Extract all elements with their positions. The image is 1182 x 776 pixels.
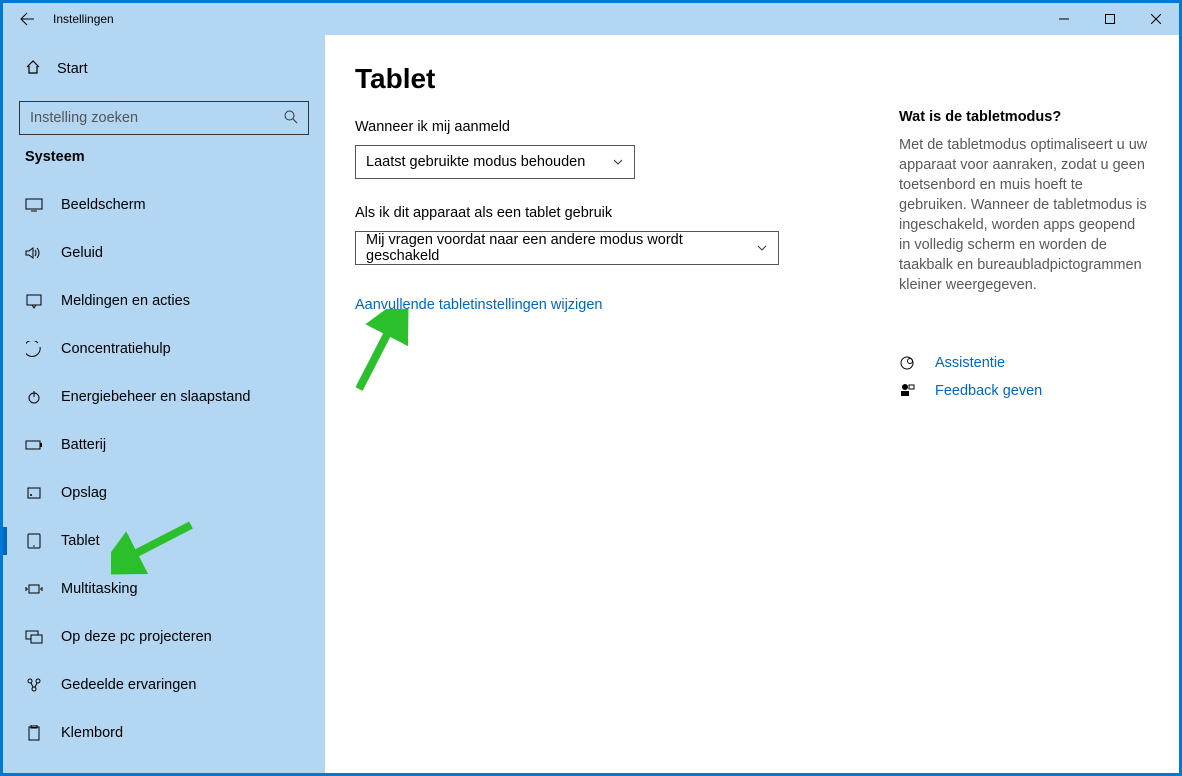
minimize-button[interactable] <box>1041 3 1087 35</box>
nav-label: Tablet <box>61 533 100 549</box>
page-heading: Tablet <box>355 63 891 95</box>
nav-list: Beeldscherm Geluid Meldingen en acties C… <box>3 181 325 757</box>
nav-tablet[interactable]: Tablet <box>3 517 325 565</box>
nav-label: Beeldscherm <box>61 197 146 213</box>
nav-geluid[interactable]: Geluid <box>3 229 325 277</box>
back-button[interactable] <box>3 11 51 27</box>
chevron-down-icon <box>756 242 768 254</box>
power-icon <box>25 389 43 405</box>
nav-label: Concentratiehulp <box>61 341 171 357</box>
settings-window: Instellingen Start Systeem Beeldscherm G… <box>3 3 1179 773</box>
usage-dropdown[interactable]: Mij vragen voordat naar een andere modus… <box>355 231 779 265</box>
tablet-icon <box>25 533 43 549</box>
nav-energie[interactable]: Energiebeheer en slaapstand <box>3 373 325 421</box>
search-icon <box>283 109 299 130</box>
main-panel: Tablet Wanneer ik mij aanmeld Laatst geb… <box>325 35 1179 773</box>
close-icon <box>1151 14 1161 24</box>
usage-label: Als ik dit apparaat als een tablet gebru… <box>355 205 891 221</box>
sound-icon <box>25 246 43 260</box>
nav-concentratie[interactable]: Concentratiehulp <box>3 325 325 373</box>
focus-icon <box>25 341 43 357</box>
feedback-link[interactable]: Feedback geven <box>899 383 1149 399</box>
maximize-icon <box>1105 14 1115 24</box>
signin-label: Wanneer ik mij aanmeld <box>355 119 891 135</box>
signin-value: Laatst gebruikte modus behouden <box>366 154 585 170</box>
nav-projecteren[interactable]: Op deze pc projecteren <box>3 613 325 661</box>
nav-meldingen[interactable]: Meldingen en acties <box>3 277 325 325</box>
nav-gedeeld[interactable]: Gedeelde ervaringen <box>3 661 325 709</box>
nav-label: Opslag <box>61 485 107 501</box>
aside-panel: Wat is de tabletmodus? Met de tabletmodu… <box>899 63 1149 773</box>
category-label: Systeem <box>3 145 325 173</box>
nav-label: Gedeelde ervaringen <box>61 677 196 693</box>
help-icon <box>899 355 915 371</box>
additional-settings-link[interactable]: Aanvullende tabletinstellingen wijzigen <box>355 297 602 313</box>
usage-value: Mij vragen voordat naar een andere modus… <box>366 232 756 264</box>
home-icon <box>25 59 41 79</box>
home-link[interactable]: Start <box>3 49 325 89</box>
feedback-icon <box>899 383 915 399</box>
notifications-icon <box>25 293 43 309</box>
nav-label: Batterij <box>61 437 106 453</box>
nav-multitasking[interactable]: Multitasking <box>3 565 325 613</box>
help-link[interactable]: Assistentie <box>899 355 1149 371</box>
nav-beeldscherm[interactable]: Beeldscherm <box>3 181 325 229</box>
project-icon <box>25 630 43 644</box>
nav-label: Geluid <box>61 245 103 261</box>
nav-opslag[interactable]: Opslag <box>3 469 325 517</box>
aside-body: Met de tabletmodus optimaliseert u uw ap… <box>899 135 1149 295</box>
home-label: Start <box>57 61 88 77</box>
minimize-icon <box>1059 14 1069 24</box>
chevron-down-icon <box>612 156 624 168</box>
close-button[interactable] <box>1133 3 1179 35</box>
feedback-label: Feedback geven <box>935 383 1042 399</box>
nav-label: Multitasking <box>61 581 138 597</box>
window-title: Instellingen <box>51 12 114 26</box>
aside-heading: Wat is de tabletmodus? <box>899 109 1149 125</box>
nav-label: Meldingen en acties <box>61 293 190 309</box>
display-icon <box>25 198 43 212</box>
multitasking-icon <box>25 582 43 596</box>
nav-label: Energiebeheer en slaapstand <box>61 389 250 405</box>
nav-batterij[interactable]: Batterij <box>3 421 325 469</box>
sidebar: Start Systeem Beeldscherm Geluid Melding… <box>3 35 325 773</box>
arrow-left-icon <box>19 11 35 27</box>
clipboard-icon <box>25 725 43 741</box>
help-label: Assistentie <box>935 355 1005 371</box>
shared-icon <box>25 677 43 693</box>
maximize-button[interactable] <box>1087 3 1133 35</box>
nav-label: Klembord <box>61 725 123 741</box>
titlebar: Instellingen <box>3 3 1179 35</box>
nav-klembord[interactable]: Klembord <box>3 709 325 757</box>
search-input[interactable] <box>19 101 309 135</box>
nav-label: Op deze pc projecteren <box>61 629 212 645</box>
storage-icon <box>25 485 43 501</box>
signin-dropdown[interactable]: Laatst gebruikte modus behouden <box>355 145 635 179</box>
battery-icon <box>25 439 43 451</box>
